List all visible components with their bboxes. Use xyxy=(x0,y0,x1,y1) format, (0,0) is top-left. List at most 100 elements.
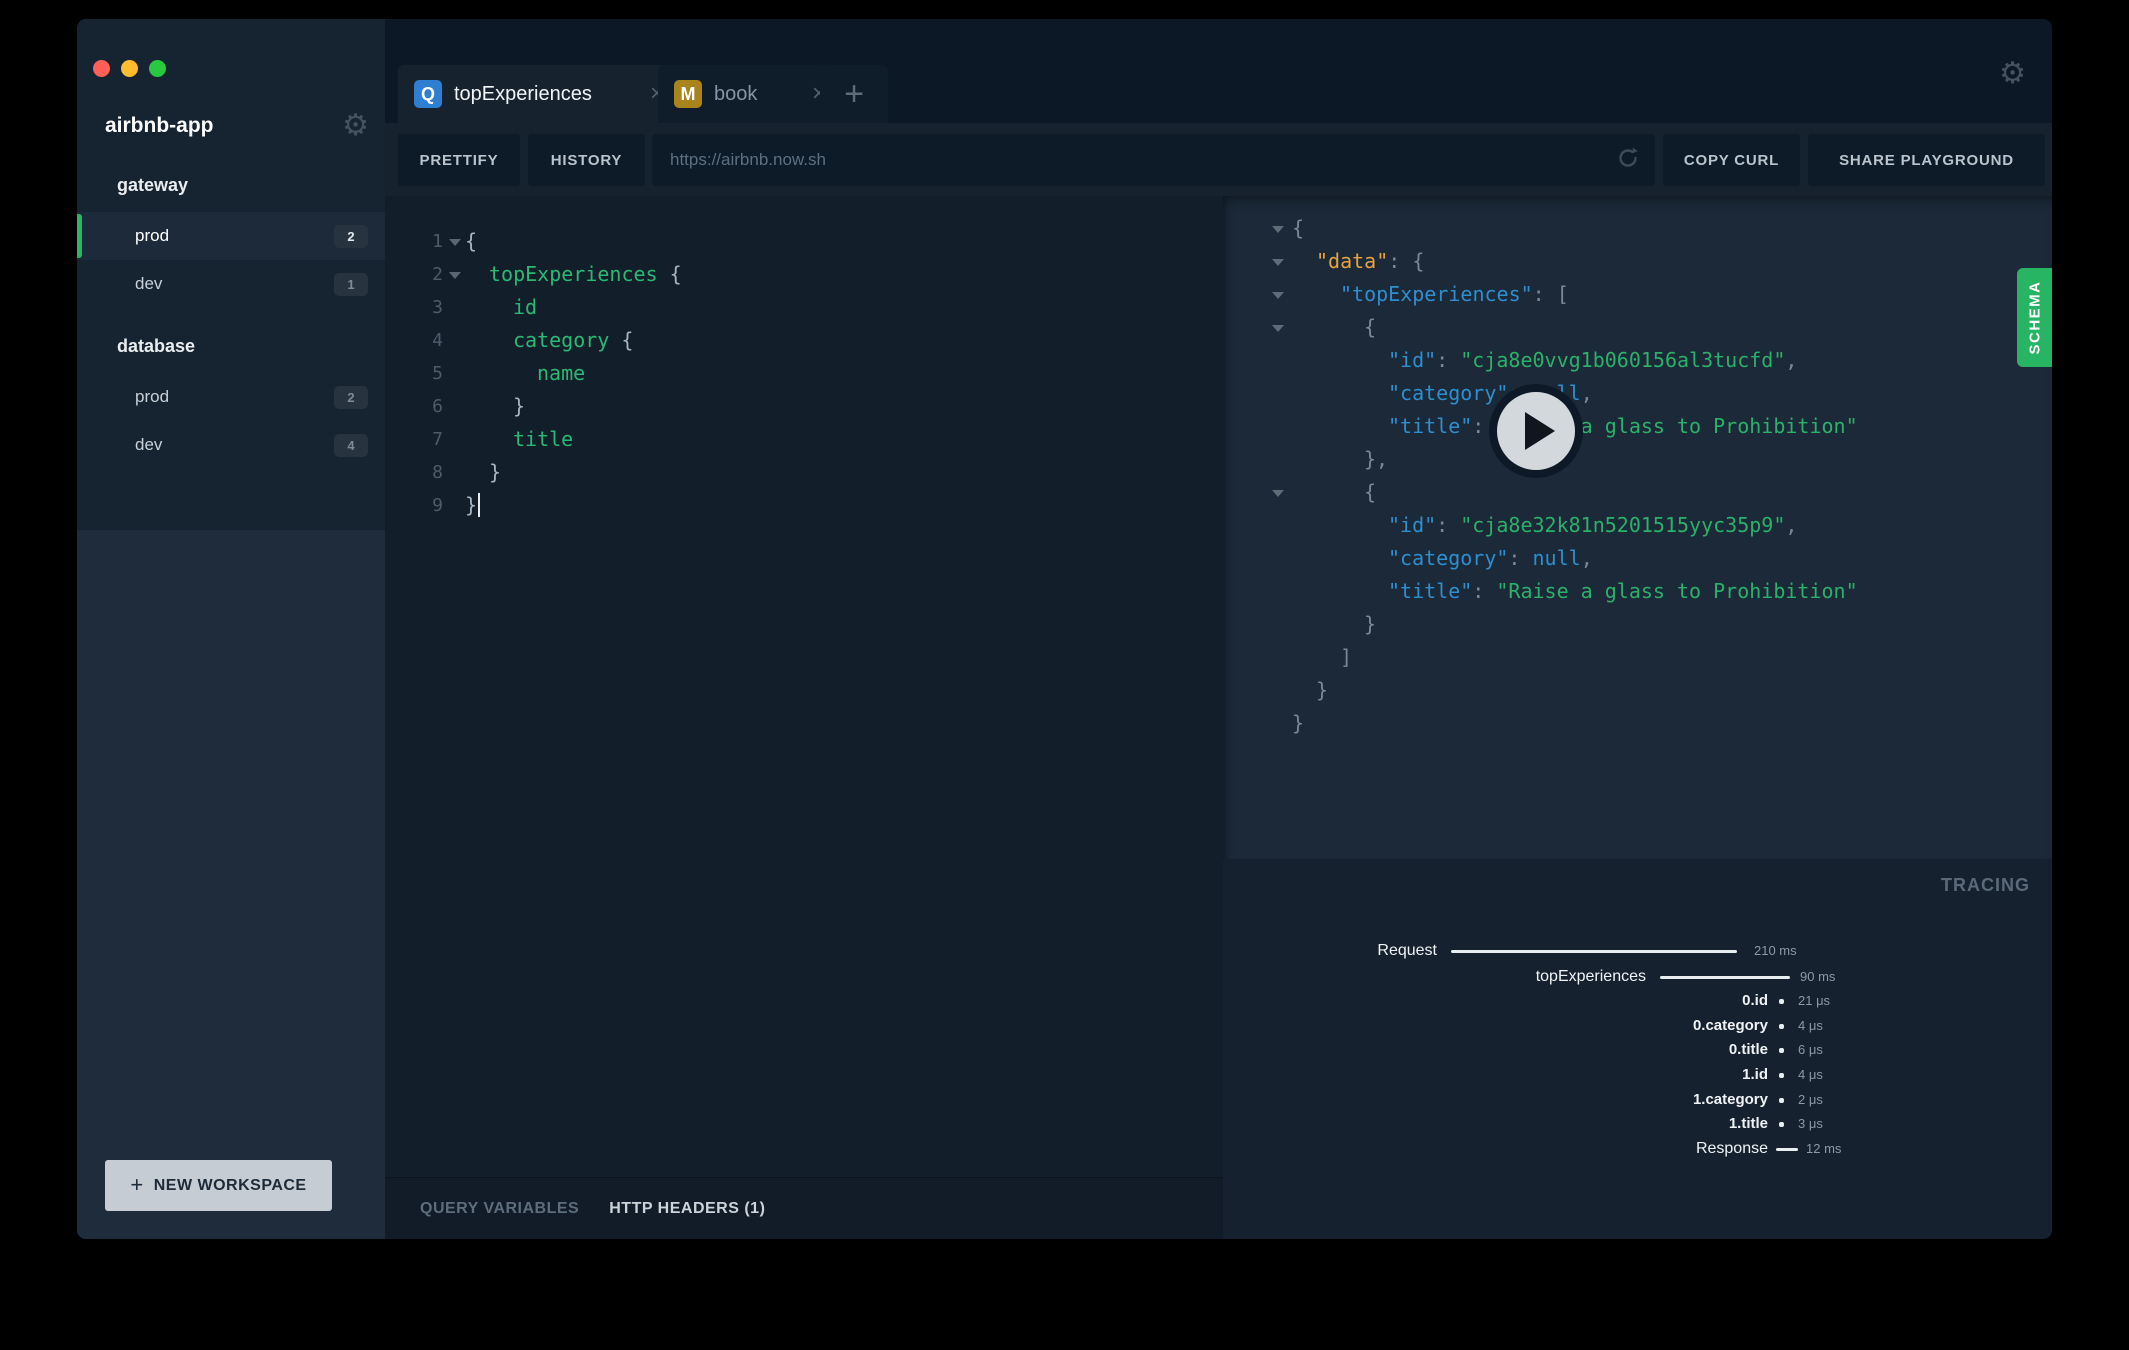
sidebar-item-database-prod[interactable]: prod2 xyxy=(77,373,385,421)
sidebar-section: databaseprod2dev4 xyxy=(77,324,385,469)
line-number: 1 xyxy=(385,225,443,258)
json-token: "id" xyxy=(1388,348,1436,372)
json-token: "title" xyxy=(1388,579,1472,603)
code-token: { xyxy=(670,262,682,286)
response-line: "id": "cja8e32k81n5201515yyc35p9", xyxy=(1223,509,2052,542)
sidebar-item-label: dev xyxy=(135,274,334,294)
json-token: "Raise a glass to Prohibition" xyxy=(1496,579,1857,603)
tab-topExperiences[interactable]: QtopExperiences× xyxy=(398,65,682,123)
zoom-window-icon[interactable] xyxy=(149,60,166,77)
tracing-row-label: Response xyxy=(1223,1138,1768,1160)
response-viewer: {"data": {"topExperiences": [{"id": "cja… xyxy=(1223,196,2052,859)
response-line: "id": "cja8e0vvg1b060156al3tucfd", xyxy=(1223,344,2052,377)
main-area: QtopExperiences×Mbook× + ⚙ PRETTIFY HIST… xyxy=(385,19,2052,1239)
tracing-row-value: 4 μs xyxy=(1798,1064,1823,1086)
code-token: category xyxy=(513,328,621,352)
workspace-header: airbnb-app ⚙ xyxy=(105,104,369,148)
line-number: 3 xyxy=(385,291,443,324)
response-line: { xyxy=(1223,476,2052,509)
line-number: 2 xyxy=(385,258,443,291)
json-token: , xyxy=(1785,513,1797,537)
json-token: : xyxy=(1436,513,1460,537)
new-tab-button[interactable]: + xyxy=(820,65,888,123)
code-token: topExperiences xyxy=(489,262,670,286)
code-token: { xyxy=(621,328,633,352)
tracing-row-value: 21 μs xyxy=(1798,990,1830,1012)
response-line: { xyxy=(1223,311,2052,344)
reload-icon[interactable] xyxy=(1615,145,1641,176)
http-headers-tab[interactable]: HTTP HEADERS (1) xyxy=(609,1200,765,1218)
fold-arrow-icon[interactable] xyxy=(449,239,461,246)
prettify-button[interactable]: PRETTIFY xyxy=(398,134,520,186)
minimize-window-icon[interactable] xyxy=(121,60,138,77)
json-token: , xyxy=(1581,381,1593,405)
copy-curl-button[interactable]: COPY CURL xyxy=(1663,134,1800,186)
endpoint-url-input[interactable] xyxy=(652,150,1615,170)
sidebar-items: prod2dev4 xyxy=(77,373,385,469)
text-cursor xyxy=(478,493,480,517)
json-token: "id" xyxy=(1388,513,1436,537)
code-token: } xyxy=(513,394,525,418)
workspace-settings-gear-icon[interactable]: ⚙ xyxy=(342,111,369,141)
sidebar-items: prod2dev1 xyxy=(77,212,385,308)
tracing-row-value: 6 μs xyxy=(1798,1039,1823,1061)
sidebar-section: gateway prod2dev1 xyxy=(77,163,385,308)
collapse-arrow-icon[interactable] xyxy=(1272,226,1284,233)
json-token: : xyxy=(1472,579,1496,603)
json-token: , xyxy=(1785,348,1797,372)
collapse-arrow-icon[interactable] xyxy=(1272,325,1284,332)
tab-label: topExperiences xyxy=(454,83,636,106)
editor-line: 2 topExperiences { xyxy=(385,258,1223,291)
tab-book[interactable]: Mbook× xyxy=(658,65,844,123)
sidebar-item-gateway-dev[interactable]: dev1 xyxy=(77,260,385,308)
schema-tab[interactable]: SCHEMA xyxy=(2017,268,2052,367)
tracing-bar xyxy=(1660,976,1790,979)
tracing-row-value: 210 ms xyxy=(1754,940,1797,962)
query-variables-tab[interactable]: QUERY VARIABLES xyxy=(420,1200,579,1218)
tab-label: book xyxy=(714,83,798,106)
response-line: }, xyxy=(1223,443,2052,476)
code-token: } xyxy=(465,493,477,517)
new-workspace-button[interactable]: + NEW WORKSPACE xyxy=(105,1160,332,1211)
line-number: 5 xyxy=(385,357,443,390)
close-window-icon[interactable] xyxy=(93,60,110,77)
json-token: }, xyxy=(1364,447,1388,471)
tracing-bar xyxy=(1779,1122,1784,1127)
tracing-row-value: 4 μs xyxy=(1798,1015,1823,1037)
tracing-row: 0.id 21 μs xyxy=(1223,990,2052,1012)
schema-tab-label: SCHEMA xyxy=(2026,280,2043,354)
plus-icon: + xyxy=(844,75,864,114)
collapse-arrow-icon[interactable] xyxy=(1272,292,1284,299)
share-playground-button[interactable]: SHARE PLAYGROUND xyxy=(1808,134,2045,186)
sidebar-item-label: dev xyxy=(135,435,334,455)
sidebar-item-gateway-prod[interactable]: prod2 xyxy=(77,212,385,260)
line-number: 6 xyxy=(385,390,443,423)
json-token: , xyxy=(1581,546,1593,570)
json-token: "cja8e0vvg1b060156al3tucfd" xyxy=(1460,348,1785,372)
play-icon xyxy=(1525,412,1555,450)
play-circle xyxy=(1497,392,1575,470)
tracing-row: Request 210 ms xyxy=(1223,940,2052,962)
settings-gear-icon[interactable]: ⚙ xyxy=(1999,59,2026,89)
window-controls xyxy=(93,60,166,77)
execute-query-button[interactable] xyxy=(1489,384,1583,478)
tracing-panel: TRACING Request210 mstopExperiences90 ms… xyxy=(1223,859,2052,1239)
tracing-bar xyxy=(1451,950,1737,953)
query-editor-pane[interactable]: 1{2topExperiences {3id4category {5name6}… xyxy=(385,196,1223,1239)
code-token: { xyxy=(465,229,477,253)
sidebar-section-label: gateway xyxy=(77,163,385,207)
response-line: } xyxy=(1223,608,2052,641)
tracing-row-label: Request xyxy=(1223,940,1437,962)
content: 1{2topExperiences {3id4category {5name6}… xyxy=(385,196,2052,1239)
history-button[interactable]: HISTORY xyxy=(528,134,645,186)
sidebar-item-database-dev[interactable]: dev4 xyxy=(77,421,385,469)
sidebar-item-badge: 4 xyxy=(334,434,368,457)
collapse-arrow-icon[interactable] xyxy=(1272,490,1284,497)
tracing-row-label: 0.id xyxy=(1223,990,1768,1012)
plus-icon: + xyxy=(130,1172,143,1198)
code-token: id xyxy=(513,295,537,319)
query-editor[interactable]: 1{2topExperiences {3id4category {5name6}… xyxy=(385,196,1223,522)
fold-arrow-icon[interactable] xyxy=(449,272,461,279)
collapse-arrow-icon[interactable] xyxy=(1272,259,1284,266)
json-token: "title" xyxy=(1388,414,1472,438)
